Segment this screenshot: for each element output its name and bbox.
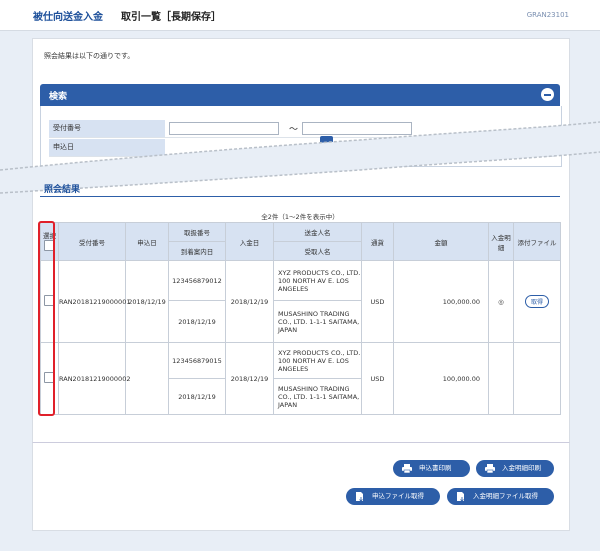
app-title: 被仕向送金入金 — [33, 12, 103, 23]
search-title: 検索 — [49, 92, 68, 102]
table-header-row: 選択 受付番号 申込日 取扱番号 入金日 送金人名 通貨 金額 入金明細 添付フ… — [40, 222, 561, 261]
select-column-highlight — [38, 221, 55, 416]
get-attachment-button[interactable]: 取得 — [524, 295, 549, 308]
deposit-detail-cell — [488, 342, 514, 415]
apply-date-cell — [125, 342, 169, 415]
sender-cell: XYZ PRODUCTS CO., LTD. 100 NORTH AV E. L… — [273, 342, 362, 379]
deposit-detail-cell: ◎ — [488, 260, 514, 343]
sender-cell: XYZ PRODUCTS CO., LTD. 100 NORTH AV E. L… — [273, 260, 362, 301]
attachment-header: 添付ファイル — [513, 222, 561, 261]
sender-header: 送金人名 — [273, 222, 362, 242]
get-deposit-detail-file-label: 入金明細ファイル取得 — [473, 492, 538, 500]
table-row[interactable]: RAN20181219000001 2018/12/19 12345687901… — [40, 260, 561, 343]
table-row[interactable]: RAN20181219000002 123456879015 2018/12/1… — [40, 342, 561, 415]
amount-cell: 100,000.00 — [393, 342, 489, 415]
search-header[interactable]: 検索 — [40, 84, 560, 106]
get-application-file-button[interactable]: 申込ファイル取得 — [346, 488, 440, 505]
apply-date-header: 申込日 — [125, 222, 169, 261]
attachment-cell: 取得 — [513, 260, 561, 343]
print-application-label: 申込書印刷 — [419, 464, 452, 472]
deposit-date-cell: 2018/12/19 — [225, 260, 274, 343]
receiver-cell: MUSASHINO TRADING CO., LTD. 1-1-1 SAITAM… — [273, 300, 362, 343]
top-bar: 被仕向送金入金 取引一覧［長期保存］ GRAN23101 — [0, 0, 600, 31]
file-download-icon — [457, 492, 464, 501]
currency-cell: USD — [361, 260, 394, 343]
torn-edge-divider — [0, 121, 600, 194]
arrival-date-cell: 2018/12/19 — [168, 300, 226, 343]
results-title: 照会結果 — [44, 185, 81, 195]
currency-header: 通貨 — [361, 222, 394, 261]
receipt-no-header: 受付番号 — [58, 222, 126, 261]
receiver-cell: MUSASHINO TRADING CO., LTD. 1-1-1 SAITAM… — [273, 378, 362, 415]
arrival-date-header: 到着案内日 — [168, 241, 226, 261]
screen-code: GRAN23101 — [526, 11, 569, 19]
currency-cell: USD — [361, 342, 394, 415]
deposit-detail-header: 入金明細 — [488, 222, 514, 261]
print-application-button[interactable]: 申込書印刷 — [393, 460, 470, 477]
arrival-date-cell: 2018/12/19 — [168, 378, 226, 415]
receipt-no-cell: RAN20181219000001 — [58, 260, 130, 343]
printer-icon — [485, 464, 495, 473]
printer-icon — [402, 464, 412, 473]
results-divider — [40, 196, 560, 197]
get-deposit-detail-file-button[interactable]: 入金明細ファイル取得 — [447, 488, 554, 505]
amount-header: 金額 — [393, 222, 489, 261]
handling-no-header: 取扱番号 — [168, 222, 226, 242]
attachment-cell — [513, 342, 561, 415]
file-download-icon — [356, 492, 363, 501]
handling-no-cell: 123456879012 — [168, 260, 226, 301]
apply-date-cell: 2018/12/19 — [125, 260, 169, 343]
print-deposit-detail-button[interactable]: 入金明細印刷 — [476, 460, 554, 477]
collapse-icon[interactable] — [541, 88, 554, 101]
handling-no-cell: 123456879015 — [168, 342, 226, 379]
page-title: 取引一覧［長期保存］ — [121, 12, 221, 23]
deposit-date-header: 入金日 — [225, 222, 274, 261]
result-count: 全2件（1～2件を表示中） — [261, 213, 339, 221]
results-table: 選択 受付番号 申込日 取扱番号 入金日 送金人名 通貨 金額 入金明細 添付フ… — [40, 222, 561, 415]
amount-cell: 100,000.00 — [393, 260, 489, 343]
receipt-no-cell: RAN20181219000002 — [58, 342, 130, 415]
receiver-header: 受取人名 — [273, 241, 362, 261]
print-deposit-detail-label: 入金明細印刷 — [502, 464, 541, 472]
get-application-file-label: 申込ファイル取得 — [372, 492, 424, 500]
result-message: 照会結果は以下の通りです。 — [44, 52, 135, 60]
deposit-date-cell: 2018/12/19 — [225, 342, 274, 415]
action-footer — [32, 442, 570, 531]
